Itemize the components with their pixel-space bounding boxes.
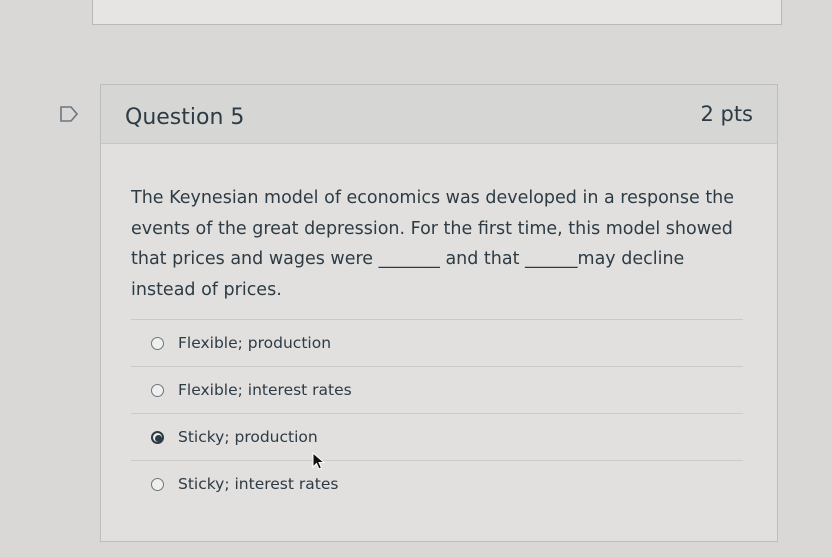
- answer-label: Sticky; production: [178, 428, 318, 446]
- answer-label: Sticky; interest rates: [178, 475, 339, 493]
- radio-button-selected[interactable]: [151, 430, 164, 444]
- question-points: 2 pts: [700, 102, 753, 126]
- radio-button[interactable]: [151, 336, 164, 350]
- radio-button[interactable]: [151, 383, 164, 397]
- answer-list: Flexible; production Flexible; interest …: [131, 319, 743, 507]
- question-text: The Keynesian model of economics was dev…: [131, 188, 735, 300]
- previous-question-card: [92, 0, 782, 25]
- answer-label: Flexible; production: [178, 334, 332, 352]
- question-title: Question 5: [125, 105, 245, 130]
- mouse-pointer-icon: [312, 452, 326, 470]
- flag-question-icon[interactable]: [60, 106, 78, 122]
- question-card: Question 5 2 pts The Keynesian model of …: [100, 84, 778, 542]
- radio-button[interactable]: [151, 477, 164, 491]
- answer-option-1[interactable]: Flexible; production: [131, 320, 743, 367]
- answer-option-4[interactable]: Sticky; interest rates: [131, 461, 743, 507]
- answer-option-2[interactable]: Flexible; interest rates: [131, 367, 743, 414]
- answer-option-3[interactable]: Sticky; production: [131, 414, 743, 461]
- answer-label: Flexible; interest rates: [178, 381, 352, 399]
- question-header: Question 5 2 pts: [101, 85, 777, 144]
